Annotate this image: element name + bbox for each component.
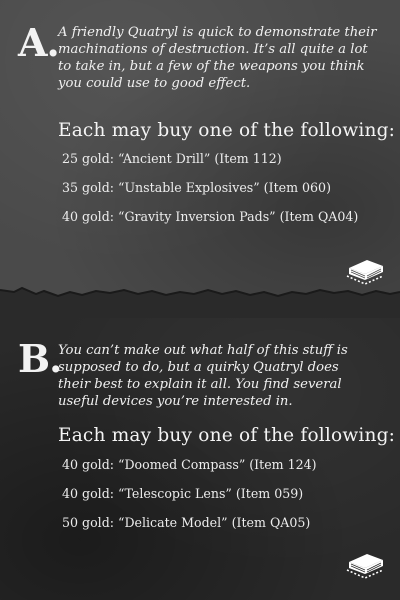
torn-paper-divider bbox=[0, 286, 400, 318]
list-item: 35 gold: “Unstable Explosives” (Item 060… bbox=[62, 180, 331, 195]
option-a-letter: A. bbox=[18, 20, 60, 65]
option-b-intro-text: You can’t make out what half of this stu… bbox=[58, 343, 348, 409]
option-b-item-list: 40 gold: “Doomed Compass” (Item 124) 40 … bbox=[62, 456, 317, 543]
list-item: 40 gold: “Gravity Inversion Pads” (Item … bbox=[62, 209, 359, 224]
option-b-letter: B. bbox=[18, 336, 62, 381]
option-a-intro-text: A friendly Quatryl is quick to demonstra… bbox=[58, 25, 377, 91]
list-item: 25 gold: “Ancient Drill” (Item 112) bbox=[62, 151, 282, 166]
list-item: 40 gold: “Doomed Compass” (Item 124) bbox=[62, 457, 317, 472]
option-b-heading: Each may buy one of the following: bbox=[58, 425, 396, 446]
list-item: 50 gold: “Delicate Model” (Item QA05) bbox=[62, 515, 311, 530]
option-a-item-list: 25 gold: “Ancient Drill” (Item 112) 35 g… bbox=[62, 150, 358, 237]
option-a-heading: Each may buy one of the following: bbox=[58, 120, 396, 141]
scenario-book-icon bbox=[346, 554, 384, 579]
scenario-book-icon bbox=[346, 260, 384, 285]
list-item: 40 gold: “Telescopic Lens” (Item 059) bbox=[62, 486, 304, 501]
